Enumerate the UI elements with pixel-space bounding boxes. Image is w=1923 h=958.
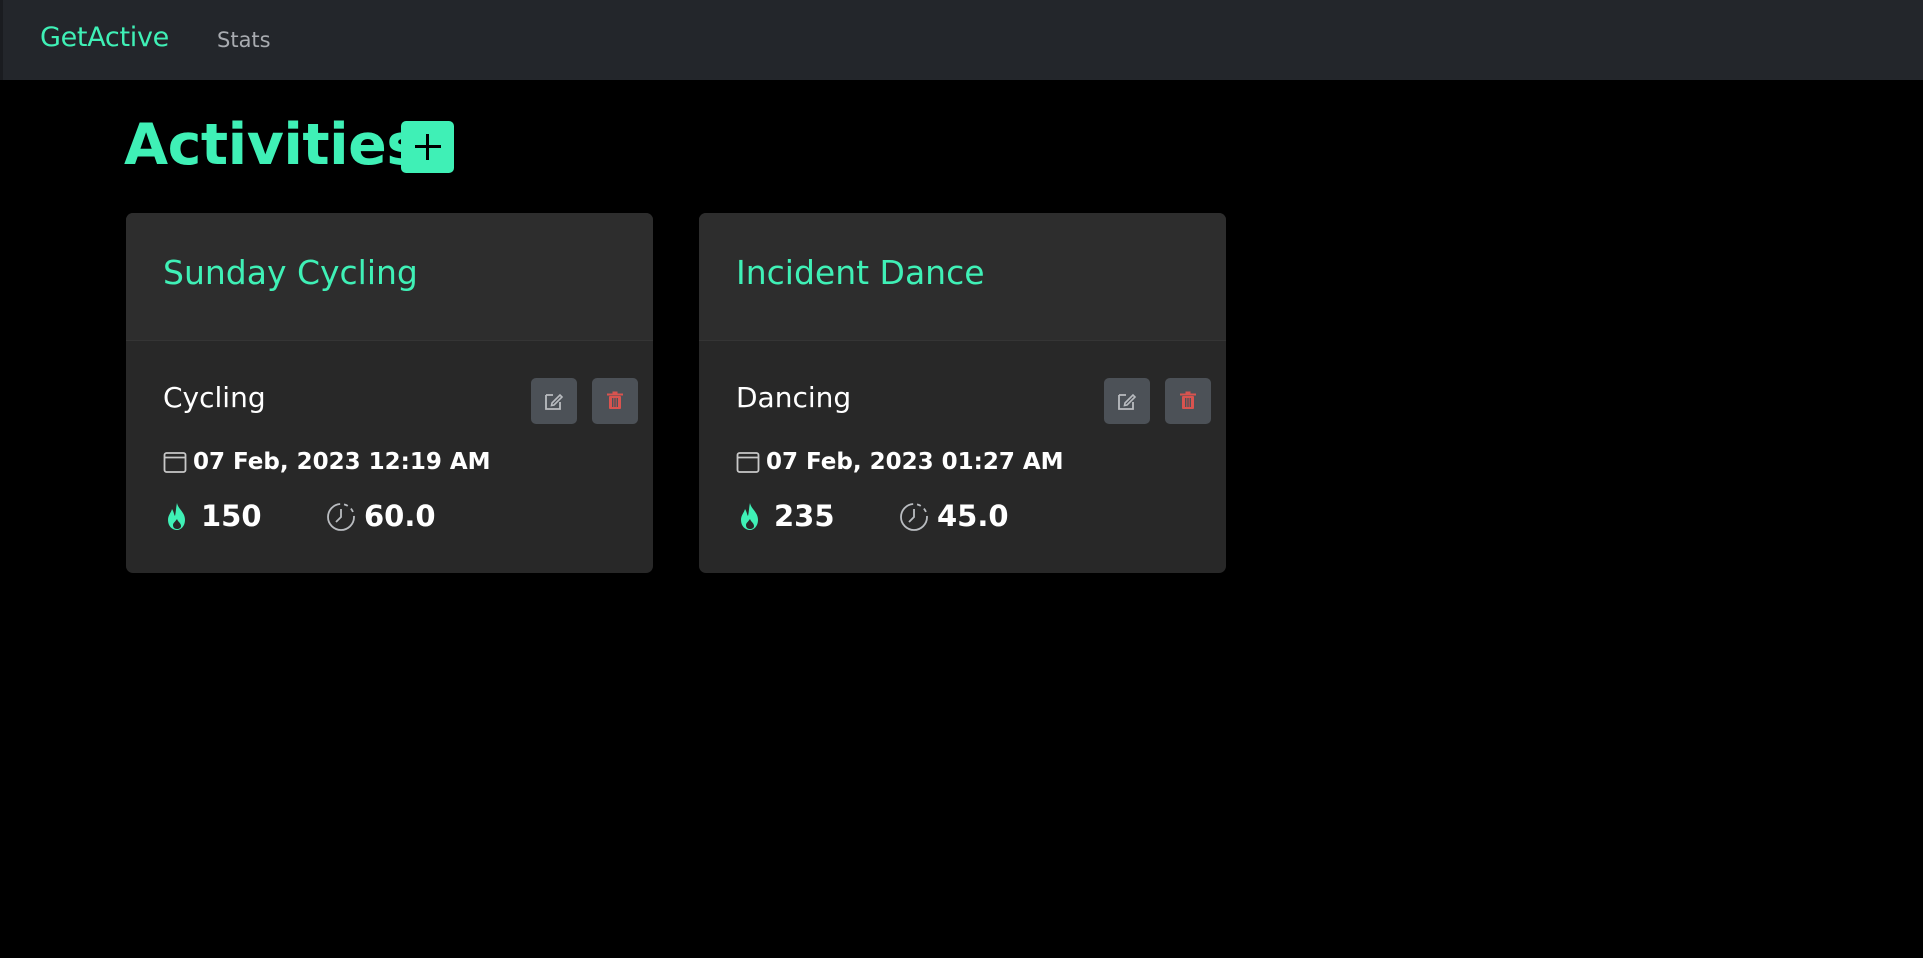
activity-card: Sunday Cycling Cycling 07 Feb, 2023 12:1… bbox=[126, 213, 653, 573]
edit-button[interactable] bbox=[1104, 378, 1150, 424]
trash-icon bbox=[1180, 391, 1196, 409]
delete-button[interactable] bbox=[1165, 378, 1211, 424]
edit-button[interactable] bbox=[531, 378, 577, 424]
edit-icon bbox=[545, 393, 564, 410]
flame-icon bbox=[741, 503, 758, 530]
clock-icon bbox=[327, 503, 355, 531]
flame-icon bbox=[168, 503, 185, 530]
card-header: Incident Dance bbox=[699, 213, 1226, 341]
delete-button[interactable] bbox=[592, 378, 638, 424]
nav-link-stats[interactable]: Stats bbox=[217, 28, 271, 52]
duration-value: 45.0 bbox=[937, 499, 1009, 533]
activity-name: Incident Dance bbox=[736, 253, 985, 292]
page-title: Activities bbox=[124, 112, 420, 178]
activity-card: Incident Dance Dancing 07 Feb, 2023 01:2… bbox=[699, 213, 1226, 573]
calories-value: 150 bbox=[201, 499, 262, 533]
activity-date: 07 Feb, 2023 01:27 AM bbox=[766, 449, 1064, 475]
activity-type: Cycling bbox=[163, 381, 266, 414]
duration-value: 60.0 bbox=[364, 499, 436, 533]
add-activity-button[interactable] bbox=[401, 121, 454, 173]
clock-icon bbox=[900, 503, 928, 531]
card-header: Sunday Cycling bbox=[126, 213, 653, 341]
top-navbar: GetActive Stats bbox=[0, 0, 1923, 80]
activity-type: Dancing bbox=[736, 381, 852, 414]
brand-link[interactable]: GetActive bbox=[40, 22, 169, 53]
trash-icon bbox=[607, 391, 623, 409]
activity-date: 07 Feb, 2023 12:19 AM bbox=[193, 449, 491, 475]
calendar-icon bbox=[163, 452, 187, 473]
calendar-icon bbox=[736, 452, 760, 473]
activity-name: Sunday Cycling bbox=[163, 253, 418, 292]
edit-icon bbox=[1118, 393, 1137, 410]
calories-value: 235 bbox=[774, 499, 835, 533]
